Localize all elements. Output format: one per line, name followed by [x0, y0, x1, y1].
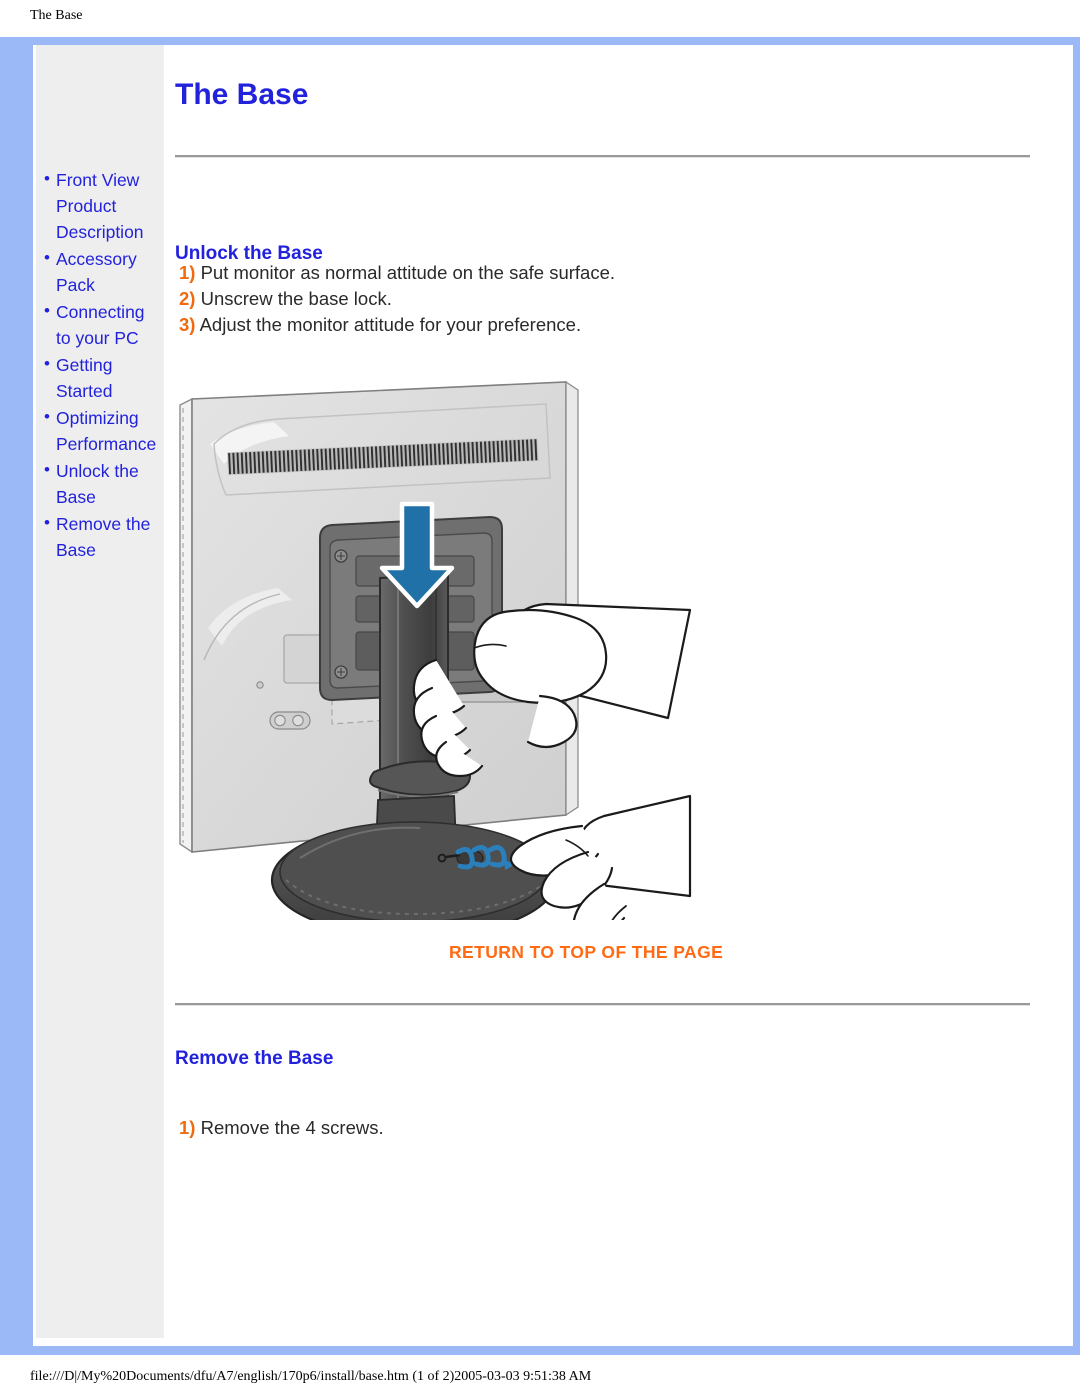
- step-number: 2): [179, 288, 196, 309]
- step-item: 3) Adjust the monitor attitude for your …: [179, 312, 615, 338]
- step-text: Adjust the monitor attitude for your pre…: [199, 314, 582, 335]
- step-number: 1): [179, 262, 196, 283]
- return-to-top-link[interactable]: RETURN TO TOP OF THE PAGE: [449, 942, 723, 963]
- bullet-icon: •: [44, 513, 50, 532]
- sidebar-nav-list: • Front View Product Description • Accessor…: [36, 167, 163, 564]
- sidebar-item-remove-the-base[interactable]: • Remove the Base: [36, 511, 163, 563]
- sidebar-item-accessory-pack[interactable]: • Accessory Pack: [36, 246, 163, 298]
- bullet-icon: •: [44, 407, 50, 426]
- step-item: 1) Remove the 4 screws.: [179, 1115, 384, 1141]
- monitor-base-unlock-illustration: [174, 360, 694, 920]
- step-text: Remove the 4 screws.: [200, 1117, 384, 1138]
- step-number: 3): [179, 314, 196, 335]
- main-content: The Base Unlock the Base 1) Put monitor …: [164, 45, 1040, 1338]
- bullet-icon: •: [44, 301, 50, 320]
- bullet-icon: •: [44, 248, 50, 267]
- section-heading-remove: Remove the Base: [175, 1048, 334, 1069]
- browser-print-header: The Base: [30, 8, 83, 23]
- step-text: Unscrew the base lock.: [200, 288, 392, 309]
- sidebar-item-label: Getting Started: [56, 355, 113, 401]
- step-number: 1): [179, 1117, 196, 1138]
- sidebar-item-label: Connecting to your PC: [56, 302, 145, 348]
- steps-list-unlock: 1) Put monitor as normal attitude on the…: [179, 260, 615, 338]
- sidebar-item-label: Accessory Pack: [56, 249, 137, 295]
- sidebar: • Front View Product Description • Accessor…: [36, 45, 164, 1338]
- sidebar-item-getting-started[interactable]: • Getting Started: [36, 352, 163, 404]
- sidebar-item-optimizing-performance[interactable]: • Optimizing Performance: [36, 405, 163, 457]
- sidebar-item-front-view-product-description[interactable]: • Front View Product Description: [36, 167, 163, 245]
- page-title: The Base: [175, 78, 309, 111]
- sidebar-item-label: Optimizing Performance: [56, 408, 157, 454]
- sidebar-item-unlock-the-base[interactable]: • Unlock the Base: [36, 458, 163, 510]
- bullet-icon: •: [44, 460, 50, 479]
- browser-print-footer: file:///D|/My%20Documents/dfu/A7/english…: [30, 1369, 592, 1384]
- sidebar-item-label: Remove the Base: [56, 514, 151, 560]
- step-item: 2) Unscrew the base lock.: [179, 286, 615, 312]
- steps-list-remove: 1) Remove the 4 screws.: [179, 1115, 384, 1141]
- divider-top: [175, 155, 1030, 158]
- divider-middle: [175, 1003, 1030, 1006]
- sidebar-item-label: Front View Product Description: [56, 170, 144, 242]
- bullet-icon: •: [44, 354, 50, 373]
- frame-accent-strip: [24, 45, 29, 1339]
- step-text: Put monitor as normal attitude on the sa…: [200, 262, 616, 283]
- step-item: 1) Put monitor as normal attitude on the…: [179, 260, 615, 286]
- sidebar-item-label: Unlock the Base: [56, 461, 139, 507]
- bullet-icon: •: [44, 169, 50, 188]
- sidebar-item-connecting-to-your-pc[interactable]: • Connecting to your PC: [36, 299, 163, 351]
